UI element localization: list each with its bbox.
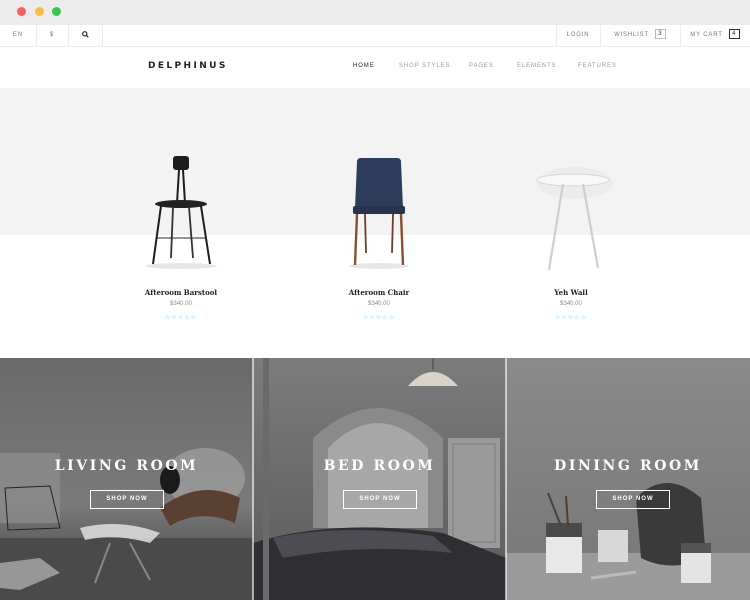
- category-title: LIVING ROOM: [54, 458, 199, 474]
- category-tile-bed-room[interactable]: BED ROOM SHOP NOW: [253, 358, 506, 600]
- site-logo[interactable]: DELPHINUS: [148, 61, 228, 71]
- category-title: BED ROOM: [323, 458, 436, 474]
- wall-table-image: [536, 167, 613, 271]
- product-rating: ☆☆☆☆☆: [363, 315, 395, 321]
- divider: [252, 358, 254, 600]
- minimize-window-button[interactable]: [35, 7, 44, 16]
- category-title: DINING ROOM: [554, 458, 702, 474]
- login-link[interactable]: LOGIN: [556, 25, 600, 46]
- cart-link[interactable]: MY CART 4: [680, 25, 750, 46]
- product-name[interactable]: Afteroom Barstool: [111, 288, 251, 297]
- cart-label: MY CART: [690, 32, 723, 38]
- dining-room-image: [506, 358, 750, 600]
- top-bar: EN $ LOGIN WISHLIST 3 MY CART 4: [0, 25, 750, 47]
- window-titlebar: [0, 0, 750, 25]
- product-price: $340.00: [170, 301, 192, 307]
- search-button[interactable]: [68, 25, 102, 46]
- wishlist-link[interactable]: WISHLIST 3: [600, 25, 680, 46]
- product-name[interactable]: Afteroom Chair: [309, 288, 449, 297]
- product-name[interactable]: Yeh Wall: [501, 288, 641, 297]
- category-tile-dining-room[interactable]: DINING ROOM SHOP NOW: [506, 358, 750, 600]
- search-icon: [81, 31, 89, 38]
- wishlist-label: WISHLIST: [614, 32, 649, 38]
- bed-room-image: [253, 358, 506, 600]
- wishlist-count-badge: 3: [654, 29, 666, 40]
- cart-count-badge: 4: [728, 29, 740, 40]
- language-selector[interactable]: EN: [0, 25, 36, 46]
- nav-shop-styles[interactable]: SHOP STYLES: [399, 63, 450, 69]
- maximize-window-button[interactable]: [52, 7, 61, 16]
- product-card[interactable]: Yeh Wall $340.00 ☆☆☆☆☆: [501, 88, 641, 328]
- product-price: $340.00: [560, 301, 582, 307]
- divider: [505, 358, 507, 600]
- shop-now-button[interactable]: SHOP NOW: [343, 490, 417, 509]
- site-header: DELPHINUS HOME SHOP STYLES PAGES ELEMENT…: [0, 47, 750, 88]
- category-tiles: LIVING ROOM SHOP NOW BED ROOM SHOP NOW D…: [0, 358, 750, 600]
- product-rating: ☆☆☆☆☆: [555, 315, 587, 321]
- nav-features[interactable]: FEATURES: [578, 63, 617, 69]
- shop-now-button[interactable]: SHOP NOW: [596, 490, 670, 509]
- chair-image: [349, 158, 409, 269]
- close-window-button[interactable]: [17, 7, 26, 16]
- barstool-image: [145, 156, 217, 269]
- currency-selector[interactable]: $: [36, 25, 68, 46]
- nav-home[interactable]: HOME: [353, 63, 375, 69]
- product-rating: ☆☆☆☆☆: [165, 315, 197, 321]
- divider: [102, 25, 103, 46]
- shop-now-button[interactable]: SHOP NOW: [90, 490, 164, 509]
- product-card[interactable]: Afteroom Chair $340.00 ☆☆☆☆☆: [309, 88, 449, 328]
- nav-elements[interactable]: ELEMENTS: [517, 63, 557, 69]
- nav-pages[interactable]: PAGES: [469, 63, 494, 69]
- living-room-image: [0, 358, 253, 600]
- category-tile-living-room[interactable]: LIVING ROOM SHOP NOW: [0, 358, 253, 600]
- product-card[interactable]: Afteroom Barstool $340.00 ☆☆☆☆☆: [111, 88, 251, 328]
- product-price: $340.00: [368, 301, 390, 307]
